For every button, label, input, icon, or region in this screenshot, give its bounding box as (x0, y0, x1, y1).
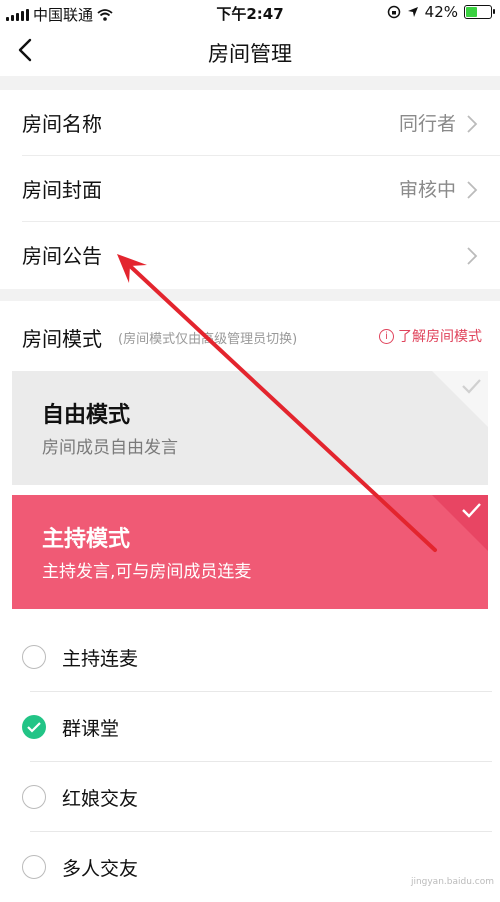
mode-card-free[interactable]: 自由模式 房间成员自由发言 (12, 371, 488, 485)
setting-row-room-name[interactable]: 房间名称 同行者 (0, 90, 500, 156)
mode-description: 主持发言,可与房间成员连麦 (42, 562, 252, 582)
watermark: jingyan.baidu.com (410, 877, 494, 887)
option-label: 红娘交友 (62, 788, 139, 810)
room-mode-label: 房间模式 (22, 327, 102, 351)
setting-value: 同行者 (398, 113, 456, 135)
info-icon: i (379, 328, 394, 344)
mode-title: 主持模式 (42, 527, 131, 552)
setting-row-room-cover[interactable]: 房间封面 审核中 (0, 156, 500, 222)
battery-icon (464, 5, 495, 19)
room-mode-header: 房间模式 (房间模式仅由高级管理员切换) i 了解房间模式 (0, 305, 500, 365)
setting-row-room-notice[interactable]: 房间公告 (0, 222, 500, 288)
radio-checked-icon[interactable] (22, 715, 46, 739)
room-mode-hint: (房间模式仅由高级管理员切换) (118, 332, 298, 347)
mode-description: 房间成员自由发言 (42, 438, 178, 458)
mode-card-host[interactable]: 主持模式 主持发言,可与房间成员连麦 (12, 495, 488, 609)
chevron-right-icon (467, 247, 478, 265)
setting-label: 房间封面 (22, 178, 102, 202)
option-matchmaking[interactable]: 红娘交友 (0, 762, 500, 832)
radio-unchecked-icon[interactable] (22, 785, 46, 809)
learn-room-mode-link[interactable]: i 了解房间模式 (379, 326, 482, 346)
page-title: 房间管理 (208, 42, 292, 66)
check-corner-icon (432, 371, 488, 427)
option-label: 主持连麦 (62, 648, 139, 670)
battery-percent: 42% (424, 3, 458, 21)
rotation-lock-icon (387, 5, 400, 19)
learn-room-mode-label: 了解房间模式 (398, 329, 482, 345)
check-corner-icon (432, 495, 488, 551)
setting-label: 房间公告 (22, 244, 102, 268)
nav-bar: 房间管理 (0, 26, 500, 76)
option-host-mic[interactable]: 主持连麦 (0, 622, 500, 692)
option-label: 多人交友 (62, 858, 139, 880)
mode-title: 自由模式 (42, 403, 131, 428)
option-group-class[interactable]: 群课堂 (0, 692, 500, 762)
setting-label: 房间名称 (22, 112, 102, 136)
chevron-right-icon (467, 181, 478, 199)
section-gap (0, 289, 500, 301)
radio-unchecked-icon[interactable] (22, 645, 46, 669)
section-gap (0, 76, 500, 90)
option-multi-friends[interactable]: 多人交友 (0, 832, 500, 902)
radio-unchecked-icon[interactable] (22, 855, 46, 879)
location-icon (407, 7, 418, 17)
status-bar: 中国联通 下午2:47 42% (0, 0, 500, 26)
chevron-right-icon (467, 115, 478, 133)
status-right: 42% (387, 3, 495, 21)
setting-value: 审核中 (398, 179, 456, 201)
option-label: 群课堂 (62, 718, 120, 740)
